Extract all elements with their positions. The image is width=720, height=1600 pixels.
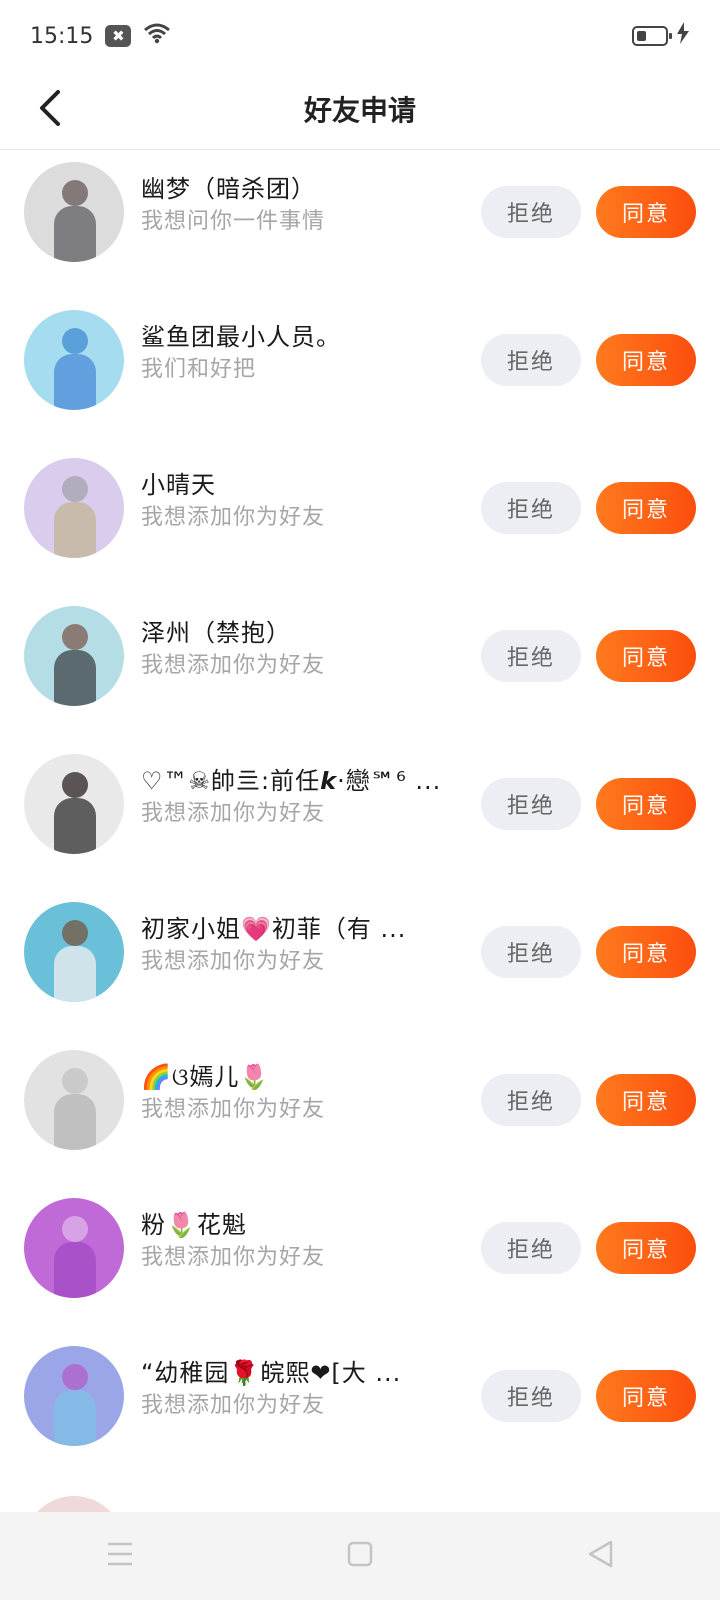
menu-button[interactable] [80,1526,160,1586]
request-message: 我想添加你为好友 [141,1393,326,1418]
request-item: 粉🌷花魁 我想添加你为好友 拒绝 同意 [0,1186,720,1334]
close-notification-icon: ✖ [105,25,132,47]
accept-button[interactable]: 同意 [596,926,696,978]
request-name: 幽梦（暗杀团） [141,175,316,203]
reject-button[interactable]: 拒绝 [481,778,581,830]
reject-button[interactable]: 拒绝 [481,926,581,978]
request-item: 小晴天 我想添加你为好友 拒绝 同意 [0,446,720,594]
accept-button[interactable]: 同意 [596,630,696,682]
request-name: 鲨鱼团最小人员。 [141,323,341,351]
request-message: 我想添加你为好友 [141,949,326,974]
status-bar: 15:15 ✖ [0,0,720,72]
request-message: 我想添加你为好友 [141,653,326,678]
request-message: 我想添加你为好友 [141,801,326,826]
reject-button[interactable]: 拒绝 [481,186,581,238]
reject-button[interactable]: 拒绝 [481,630,581,682]
status-time: 15:15 [30,23,94,49]
accept-button[interactable]: 同意 [596,1074,696,1126]
avatar[interactable] [24,1198,124,1298]
request-message: 我想添加你为好友 [141,1245,326,1270]
request-message: 我想添加你为好友 [141,505,326,530]
status-left: 15:15 ✖ [30,22,171,50]
request-name: ♡™☠帥亖:前任𝙠·戀℠⁶ ... [141,767,442,795]
avatar[interactable] [24,310,124,410]
request-item: ♡™☠帥亖:前任𝙠·戀℠⁶ ... 我想添加你为好友 拒绝 同意 [0,742,720,890]
status-right [632,22,690,50]
accept-button[interactable]: 同意 [596,1370,696,1422]
home-button[interactable] [320,1526,400,1586]
avatar[interactable] [24,1346,124,1446]
request-item: 初家小姐💗初菲（有 ... 我想添加你为好友 拒绝 同意 [0,890,720,1038]
avatar[interactable] [24,902,124,1002]
avatar[interactable] [24,1050,124,1150]
friend-request-list: 幽梦（暗杀团） 我想问你一件事情 拒绝 同意 鲨鱼团最小人员。 我们和好把 拒绝… [0,150,720,1512]
request-name: 小晴天 [141,471,216,499]
request-name: 🌈ଓ嫣儿🌷 [141,1063,271,1091]
avatar[interactable] [24,606,124,706]
request-message: 我们和好把 [141,357,257,382]
accept-button[interactable]: 同意 [596,778,696,830]
home-square-icon [347,1541,373,1571]
page-title: 好友申请 [303,94,416,127]
request-name: 泽州（禁抱） [141,619,291,647]
nav-bar: 好友申请 [0,72,720,150]
request-message: 我想添加你为好友 [141,1097,326,1122]
accept-button[interactable]: 同意 [596,482,696,534]
reject-button[interactable]: 拒绝 [481,1370,581,1422]
menu-icon [106,1541,134,1571]
request-message: 我想问你一件事情 [141,209,326,234]
request-item: 泽州（禁抱） 我想添加你为好友 拒绝 同意 [0,594,720,742]
request-item: 幽梦（暗杀团） 我想问你一件事情 拒绝 同意 [0,150,720,298]
accept-button[interactable]: 同意 [596,186,696,238]
battery-icon [632,26,672,46]
accept-button[interactable]: 同意 [596,1222,696,1274]
system-nav-bar [0,1512,720,1600]
avatar[interactable] [24,458,124,558]
wifi-icon [143,22,171,50]
reject-button[interactable]: 拒绝 [481,334,581,386]
request-item: “幼稚园🌹皖熙❤[大 ... 我想添加你为好友 拒绝 同意 [0,1334,720,1482]
request-name: 初家小姐💗初菲（有 ... [141,915,407,943]
back-system-button[interactable] [560,1526,640,1586]
accept-button[interactable]: 同意 [596,334,696,386]
avatar[interactable] [24,162,124,262]
request-item: 鲨鱼团最小人员。 我们和好把 拒绝 同意 [0,298,720,446]
request-name: “幼稚园🌹皖熙❤[大 ... [141,1359,402,1387]
reject-button[interactable]: 拒绝 [481,1222,581,1274]
charging-icon [676,22,690,50]
reject-button[interactable]: 拒绝 [481,482,581,534]
back-triangle-icon [586,1540,614,1572]
reject-button[interactable]: 拒绝 [481,1074,581,1126]
avatar[interactable] [24,754,124,854]
request-name: 粉🌷花魁 [141,1211,247,1239]
request-item: 🌈ଓ嫣儿🌷 我想添加你为好友 拒绝 同意 [0,1038,720,1186]
